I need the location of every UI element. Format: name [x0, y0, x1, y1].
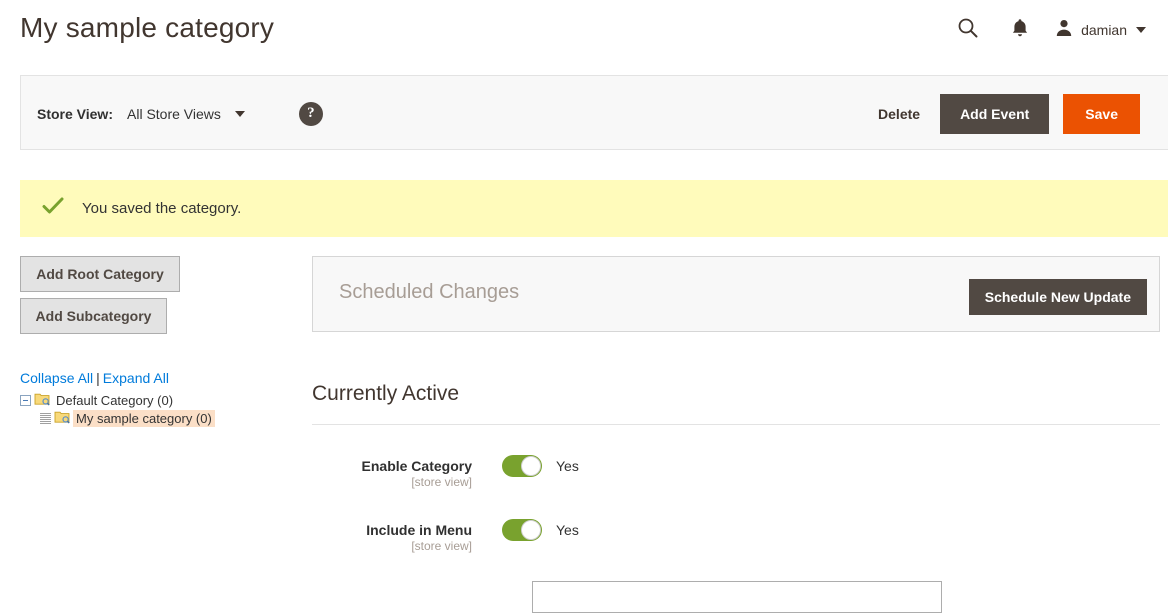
collapse-expander-icon[interactable] — [20, 394, 31, 406]
field-scope-note: [store view] — [411, 475, 472, 489]
search-button[interactable] — [942, 10, 994, 50]
include-in-menu-toggle[interactable] — [502, 519, 542, 541]
expand-all-link[interactable]: Expand All — [103, 370, 169, 386]
store-view-value: All Store Views — [127, 105, 221, 122]
tree-guide-line — [40, 412, 51, 424]
bell-icon — [1010, 17, 1030, 44]
field-scope-note: [store view] — [411, 539, 472, 553]
user-name: damian — [1081, 22, 1127, 38]
toggle-state-text: Yes — [556, 522, 579, 538]
field-control: Yes — [502, 519, 579, 541]
add-subcategory-button[interactable]: Add Subcategory — [20, 298, 167, 334]
toggle-knob — [521, 520, 541, 540]
field-row-include-in-menu: Include in Menu [store view] Yes — [312, 519, 1160, 553]
store-view-dropdown[interactable]: All Store Views — [127, 106, 245, 122]
chevron-down-icon — [234, 110, 245, 117]
collapse-all-link[interactable]: Collapse All — [20, 370, 93, 386]
success-message: You saved the category. — [20, 180, 1168, 237]
store-view-group: Store View: All Store Views ? — [37, 76, 323, 151]
schedule-new-update-button[interactable]: Schedule New Update — [968, 279, 1147, 315]
check-icon — [42, 196, 64, 221]
toggle-state-text: Yes — [556, 458, 579, 474]
success-message-text: You saved the category. — [82, 200, 242, 217]
section-title-currently-active: Currently Active — [312, 382, 1160, 425]
page-header: My sample category damian — [0, 0, 1168, 62]
header-actions: damian — [942, 10, 1150, 50]
category-tree: Default Category (0) My sample category … — [20, 391, 292, 427]
tree-node-label[interactable]: My sample category (0) — [73, 409, 215, 427]
toolbar-buttons: Delete Add Event Save — [872, 76, 1140, 151]
delete-button[interactable]: Delete — [872, 98, 926, 130]
user-avatar-icon — [1054, 18, 1074, 43]
add-root-category-button[interactable]: Add Root Category — [20, 256, 180, 292]
field-label-col: Include in Menu [store view] — [312, 519, 502, 553]
toggle-knob — [521, 456, 541, 476]
page-title: My sample category — [20, 12, 275, 43]
field-label-col: Enable Category [store view] — [312, 455, 502, 489]
folder-search-icon — [34, 392, 50, 409]
chevron-down-icon — [1136, 27, 1146, 33]
tree-toggle-links: Collapse All | Expand All — [20, 370, 292, 386]
tree-node-label[interactable]: Default Category (0) — [53, 392, 176, 409]
category-sidebar: Add Root Category Add Subcategory Collap… — [20, 256, 292, 427]
store-view-label: Store View: — [37, 105, 113, 122]
help-icon[interactable]: ? — [298, 101, 323, 126]
field-label: Include in Menu — [366, 522, 472, 538]
enable-category-toggle[interactable] — [502, 455, 542, 477]
notifications-button[interactable] — [994, 10, 1046, 50]
tree-node-my-sample-category[interactable]: My sample category (0) — [20, 409, 292, 427]
add-event-button[interactable]: Add Event — [940, 93, 1050, 134]
store-view-toolbar: Store View: All Store Views ? Delete Add… — [20, 75, 1168, 150]
tree-node-default-category[interactable]: Default Category (0) — [20, 391, 292, 409]
link-separator: | — [96, 370, 100, 386]
main-content: Scheduled Changes Schedule New Update Cu… — [312, 256, 1160, 613]
user-menu[interactable]: damian — [1046, 10, 1150, 50]
field-label: Enable Category — [361, 458, 472, 474]
field-control: Yes — [502, 455, 579, 477]
folder-search-icon — [54, 410, 70, 427]
save-button[interactable]: Save — [1063, 93, 1140, 134]
search-icon — [957, 17, 979, 44]
field-row-enable-category: Enable Category [store view] Yes — [312, 455, 1160, 489]
scheduled-changes-title: Scheduled Changes — [339, 281, 520, 303]
scheduled-changes-panel: Scheduled Changes Schedule New Update — [312, 256, 1160, 332]
